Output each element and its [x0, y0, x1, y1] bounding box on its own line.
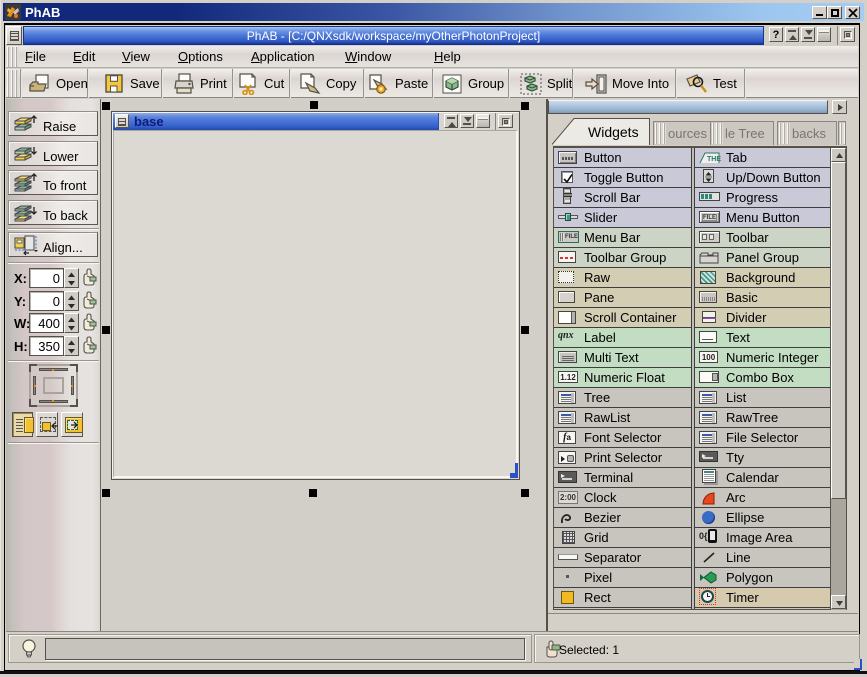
- svg-text:THE: THE: [707, 156, 721, 163]
